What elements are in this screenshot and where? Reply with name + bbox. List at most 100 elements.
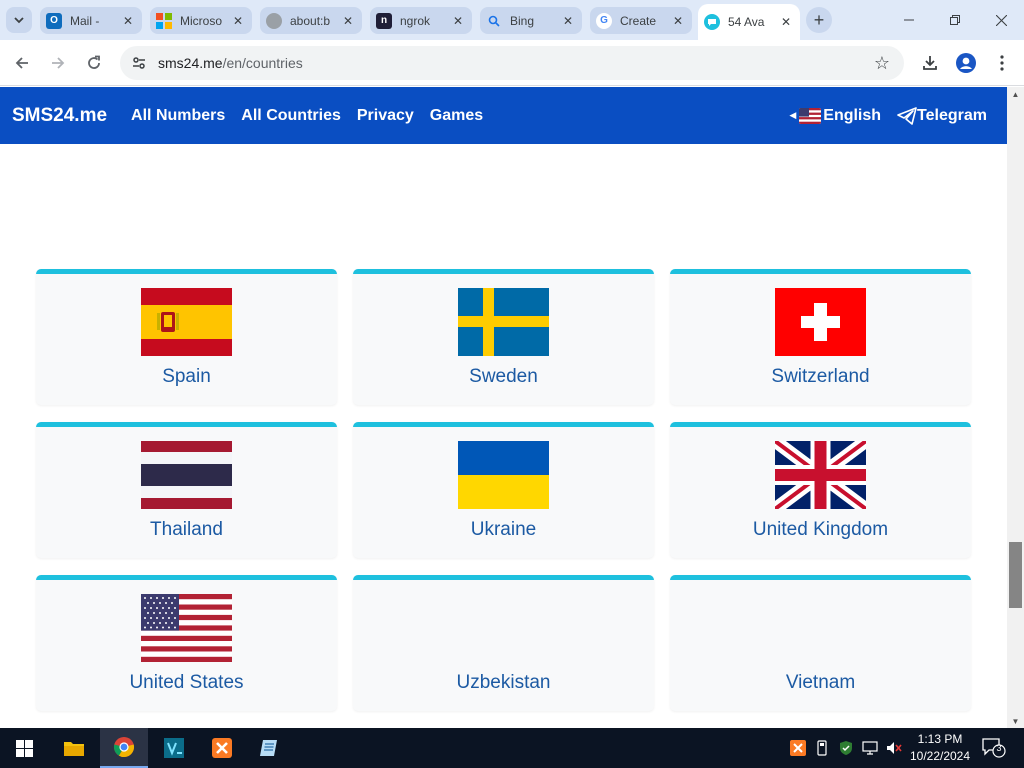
- country-card-spain[interactable]: Spain: [36, 269, 337, 405]
- chrome-app[interactable]: [100, 728, 148, 768]
- close-icon: [995, 14, 1007, 26]
- country-card-vietnam[interactable]: Vietnam: [670, 575, 971, 711]
- country-name: Thailand: [150, 519, 223, 540]
- url-text: sms24.me/en/countries: [158, 55, 303, 71]
- tab-create[interactable]: G Create ✕: [590, 7, 692, 34]
- country-card-uzbekistan[interactable]: Uzbekistan: [353, 575, 654, 711]
- switzerland-flag: [775, 288, 866, 356]
- country-name: Spain: [162, 366, 211, 387]
- tab-title: ngrok: [400, 13, 431, 28]
- tab-mail[interactable]: O Mail - ✕: [40, 7, 142, 34]
- code-editor-icon: [164, 738, 184, 758]
- tab-search-button[interactable]: [6, 7, 32, 33]
- ukraine-flag: [458, 441, 549, 509]
- address-bar[interactable]: sms24.me/en/countries ☆: [120, 46, 904, 80]
- more-vertical-icon: [1000, 55, 1004, 71]
- notification-center-button[interactable]: 3: [982, 738, 1006, 758]
- start-button[interactable]: [0, 728, 48, 768]
- page-scrollbar[interactable]: ▲ ▼: [1007, 87, 1024, 728]
- close-icon[interactable]: ✕: [230, 13, 246, 29]
- network-icon[interactable]: [862, 740, 878, 756]
- volume-muted-icon[interactable]: [886, 740, 902, 756]
- new-tab-button[interactable]: +: [806, 7, 832, 33]
- nav-all-countries[interactable]: All Countries: [241, 107, 341, 125]
- scroll-up-arrow-icon[interactable]: ▲: [1007, 87, 1024, 101]
- profile-button[interactable]: [952, 49, 980, 77]
- language-label: English: [823, 106, 882, 124]
- site-logo[interactable]: SMS24.me: [12, 105, 107, 127]
- country-name: Vietnam: [785, 672, 856, 693]
- bookmark-star-icon[interactable]: ☆: [874, 53, 890, 74]
- country-card-united-states[interactable]: United States: [36, 575, 337, 711]
- download-icon: [923, 56, 937, 70]
- scroll-down-arrow-icon[interactable]: ▼: [1007, 714, 1024, 728]
- file-explorer-app[interactable]: [50, 728, 98, 768]
- language-dropdown[interactable]: ◀ English: [789, 107, 881, 125]
- tab-about-blank[interactable]: about:b ✕: [260, 7, 362, 34]
- notepad-icon: [260, 740, 277, 756]
- globe-icon: [266, 12, 282, 29]
- downloads-button[interactable]: [916, 49, 944, 77]
- notepad-app[interactable]: [246, 728, 294, 768]
- xampp-tray-icon[interactable]: [790, 740, 806, 756]
- defender-shield-icon[interactable]: [838, 740, 854, 756]
- telegram-link[interactable]: Telegram: [897, 107, 987, 125]
- scrollbar-thumb[interactable]: [1009, 542, 1022, 608]
- country-card-united-kingdom[interactable]: United Kingdom: [670, 422, 971, 558]
- browser-toolbar: sms24.me/en/countries ☆: [0, 40, 1024, 86]
- minimize-icon: [904, 19, 914, 21]
- tab-title: 54 Ava: [728, 15, 765, 29]
- vscode-app[interactable]: [150, 728, 198, 768]
- reload-icon: [88, 55, 100, 69]
- close-icon[interactable]: ✕: [560, 13, 576, 29]
- sweden-flag: [458, 288, 549, 356]
- spain-flag: [141, 288, 232, 356]
- country-name: Ukraine: [470, 519, 537, 540]
- system-clock[interactable]: 1:13 PM 10/22/2024: [905, 731, 975, 765]
- minimize-button[interactable]: [886, 0, 932, 40]
- country-name: United States: [129, 672, 244, 693]
- tab-title: Microso: [180, 13, 223, 28]
- nav-privacy[interactable]: Privacy: [357, 107, 414, 125]
- country-card-thailand[interactable]: Thailand: [36, 422, 337, 558]
- forward-button[interactable]: [44, 49, 72, 77]
- country-name: Switzerland: [771, 366, 870, 387]
- close-icon[interactable]: ✕: [340, 13, 356, 29]
- outlook-icon: O: [46, 12, 62, 29]
- reload-button[interactable]: [80, 49, 108, 77]
- tab-microsoft[interactable]: Microso ✕: [150, 7, 252, 34]
- url-path: /en/countries: [222, 55, 303, 71]
- close-icon[interactable]: ✕: [450, 13, 466, 29]
- windows-logo-icon: [15, 739, 33, 757]
- telegram-icon: [897, 106, 917, 125]
- country-card-sweden[interactable]: Sweden: [353, 269, 654, 405]
- tab-bing[interactable]: Bing ✕: [480, 7, 582, 34]
- tab-sms24[interactable]: 54 Ava ✕: [698, 4, 800, 40]
- site-info-icon[interactable]: [128, 55, 150, 71]
- tab-title: Bing: [510, 13, 535, 28]
- back-button[interactable]: [8, 49, 36, 77]
- clock-time: 1:13 PM: [917, 732, 963, 746]
- united-states-flag: [141, 594, 232, 662]
- close-icon[interactable]: ✕: [778, 14, 794, 30]
- tab-title: Mail -: [70, 13, 100, 28]
- tab-ngrok[interactable]: n ngrok ✕: [370, 7, 472, 34]
- countries-grid: Spain Sweden Switzerland Thailand Ukrain…: [0, 144, 1007, 728]
- restore-button[interactable]: [932, 0, 978, 40]
- xampp-app[interactable]: [198, 728, 246, 768]
- url-host: sms24.me: [158, 55, 223, 71]
- nav-games[interactable]: Games: [430, 107, 483, 125]
- usb-device-icon[interactable]: [814, 740, 830, 756]
- close-icon[interactable]: ✕: [120, 13, 136, 29]
- country-card-ukraine[interactable]: Ukraine: [353, 422, 654, 558]
- chrome-icon: [113, 737, 135, 758]
- sms24-icon: [704, 14, 720, 30]
- close-icon[interactable]: ✕: [670, 13, 686, 29]
- united-kingdom-flag: [775, 441, 866, 509]
- search-icon: [486, 13, 502, 29]
- country-card-switzerland[interactable]: Switzerland: [670, 269, 971, 405]
- close-window-button[interactable]: [978, 0, 1024, 40]
- nav-all-numbers[interactable]: All Numbers: [131, 107, 225, 125]
- menu-button[interactable]: [988, 49, 1016, 77]
- ngrok-icon: n: [376, 12, 392, 29]
